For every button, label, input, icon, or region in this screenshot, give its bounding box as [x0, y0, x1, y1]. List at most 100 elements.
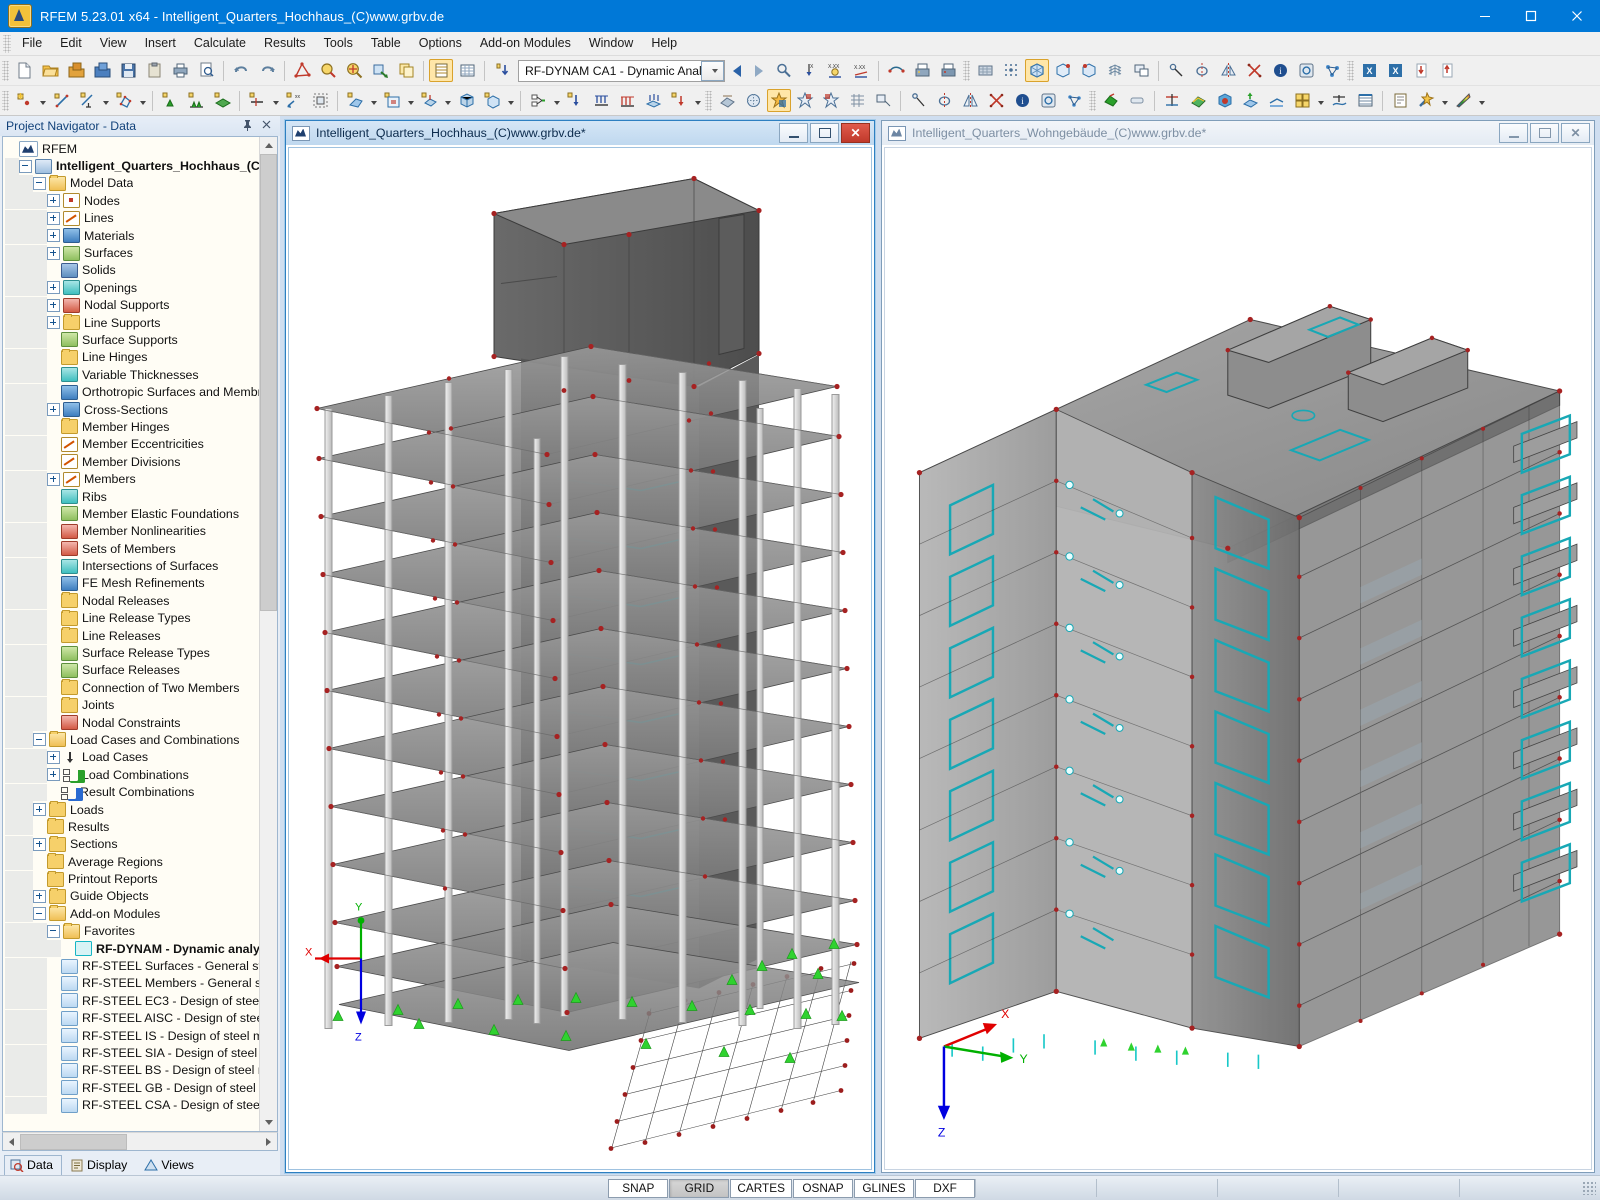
- tree-expand-icon[interactable]: [47, 281, 60, 295]
- tree-expand-icon[interactable]: [47, 403, 60, 417]
- status-toggle-glines[interactable]: GLINES: [854, 1178, 914, 1198]
- guide-object-icon[interactable]: [793, 89, 817, 112]
- tree-item[interactable]: Solids: [5, 261, 259, 279]
- tree-item[interactable]: RF-STEEL EC3 - Design of steel me: [5, 992, 259, 1010]
- new-load-combination-icon[interactable]: [526, 89, 550, 112]
- new-surface-dropdown[interactable]: [368, 89, 379, 112]
- tree-item[interactable]: Joints: [5, 696, 259, 714]
- new-opening-icon[interactable]: [380, 89, 404, 112]
- calc-all-icon[interactable]: [767, 89, 791, 112]
- new-member-dropdown[interactable]: [270, 89, 281, 112]
- new-nodal-load-icon[interactable]: [563, 89, 587, 112]
- dimension-line-icon[interactable]: [845, 89, 869, 112]
- tree-item[interactable]: Openings: [5, 279, 259, 297]
- tree-item[interactable]: Load Cases: [5, 748, 259, 766]
- tree-item[interactable]: RF-STEEL Members - General stres: [5, 974, 259, 992]
- tree-item[interactable]: Nodal Supports: [5, 296, 259, 314]
- new-opening-dropdown[interactable]: [405, 89, 416, 112]
- menu-insert[interactable]: Insert: [136, 33, 185, 54]
- menu-add-on-modules[interactable]: Add-on Modules: [471, 33, 580, 54]
- menu-tools[interactable]: Tools: [315, 33, 362, 54]
- decimal-icon[interactable]: X.XX: [849, 59, 873, 82]
- tree-expand-icon[interactable]: [47, 750, 60, 764]
- delete2-icon[interactable]: [984, 89, 1008, 112]
- status-toggle-grid[interactable]: GRID: [669, 1178, 730, 1198]
- tree-expand-icon[interactable]: [47, 246, 60, 260]
- snap-icon[interactable]: [1164, 59, 1188, 82]
- mdi-close-hochhaus[interactable]: ✕: [841, 123, 870, 143]
- select-object-icon[interactable]: [819, 89, 843, 112]
- visual-wizard-dropdown[interactable]: [1439, 89, 1450, 112]
- tree-item[interactable]: Line Supports: [5, 314, 259, 332]
- new-thickness-dropdown[interactable]: [442, 89, 453, 112]
- new-set-icon[interactable]: [308, 89, 332, 112]
- menu-results[interactable]: Results: [255, 33, 315, 54]
- dimension-icon[interactable]: X: [797, 59, 821, 82]
- tree-item[interactable]: Model Data: [5, 174, 259, 192]
- tree-expand-icon[interactable]: [33, 889, 46, 903]
- tree-expand-icon[interactable]: [33, 803, 46, 817]
- toolbar-grip[interactable]: [963, 60, 970, 81]
- result-table-icon[interactable]: [1353, 89, 1377, 112]
- menu-options[interactable]: Options: [410, 33, 471, 54]
- tree-item[interactable]: Intersections of Surfaces: [5, 557, 259, 575]
- table-panel-icon[interactable]: [429, 59, 453, 82]
- new-member-load-icon[interactable]: [589, 89, 613, 112]
- connect2-icon[interactable]: [1062, 89, 1086, 112]
- tree-item[interactable]: Cross-Sections: [5, 401, 259, 419]
- tree-item[interactable]: Connection of Two Members: [5, 679, 259, 697]
- color-surface-icon[interactable]: [1186, 89, 1210, 112]
- new-line-icon[interactable]: [49, 89, 73, 112]
- new-node-dropdown[interactable]: [37, 89, 48, 112]
- scroll-right-icon[interactable]: [260, 1134, 277, 1149]
- toolbar-grip[interactable]: [2, 90, 9, 111]
- tree-item[interactable]: Surface Release Types: [5, 644, 259, 662]
- menu-table[interactable]: Table: [362, 33, 410, 54]
- tree-item[interactable]: Surface Releases: [5, 661, 259, 679]
- tree-item[interactable]: Sets of Members: [5, 540, 259, 558]
- color-scale-icon[interactable]: [1451, 89, 1475, 112]
- new-free-load-dropdown[interactable]: [692, 89, 703, 112]
- tab-display[interactable]: Display: [64, 1155, 136, 1175]
- new-node-icon[interactable]: [12, 89, 36, 112]
- excel-export-icon[interactable]: X: [1357, 59, 1381, 82]
- report-icon[interactable]: [1388, 89, 1412, 112]
- viewport-wohngebaeude[interactable]: X Y Z: [884, 147, 1592, 1170]
- work-plane2-icon[interactable]: [871, 89, 895, 112]
- model-view-icon[interactable]: [1025, 59, 1049, 82]
- new-solid-icon[interactable]: [454, 89, 478, 112]
- render-icon[interactable]: [290, 59, 314, 82]
- next-case-icon[interactable]: [748, 59, 770, 82]
- tree-item[interactable]: RF-DYNAM - Dynamic analysi: [5, 940, 259, 958]
- tree-item[interactable]: Printout Reports: [5, 870, 259, 888]
- menu-drag-grip[interactable]: [3, 34, 11, 53]
- deform-result-icon[interactable]: [1238, 89, 1262, 112]
- tree-item[interactable]: Member Hinges: [5, 418, 259, 436]
- new-free-load-icon[interactable]: [667, 89, 691, 112]
- navigator-horizontal-scrollbar[interactable]: [2, 1132, 278, 1151]
- eraser2-icon[interactable]: [1125, 89, 1149, 112]
- rotate2-icon[interactable]: [932, 89, 956, 112]
- tree-item[interactable]: Variable Thicknesses: [5, 366, 259, 384]
- new-line-support-icon[interactable]: [184, 89, 208, 112]
- tree-item[interactable]: Line Hinges: [5, 348, 259, 366]
- tree-expand-icon[interactable]: [47, 229, 60, 243]
- new-surface-load-icon[interactable]: [641, 89, 665, 112]
- new-surface-icon[interactable]: [343, 89, 367, 112]
- resize-grip-icon[interactable]: [1582, 1181, 1596, 1195]
- menu-edit[interactable]: Edit: [51, 33, 91, 54]
- grid-view-icon[interactable]: [1103, 59, 1127, 82]
- tree-item[interactable]: Member Elastic Foundations: [5, 505, 259, 523]
- mdi-minimize-hochhaus[interactable]: [779, 123, 808, 143]
- project-navigator-tree[interactable]: RFEM Intelligent_Quarters_Hochhaus_(C)wwv…: [3, 137, 259, 1131]
- scroll-thumb[interactable]: [260, 154, 277, 611]
- tree-item[interactable]: Nodes: [5, 192, 259, 210]
- eraser-icon[interactable]: [1099, 89, 1123, 112]
- printout-icon[interactable]: [910, 59, 934, 82]
- new-line-load-icon[interactable]: [615, 89, 639, 112]
- new-surface-support-icon[interactable]: [210, 89, 234, 112]
- tree-item[interactable]: Favorites: [5, 922, 259, 940]
- status-toggle-snap[interactable]: SNAP: [608, 1178, 669, 1198]
- toolbar-grip[interactable]: [1089, 90, 1096, 111]
- info-icon[interactable]: i: [1268, 59, 1292, 82]
